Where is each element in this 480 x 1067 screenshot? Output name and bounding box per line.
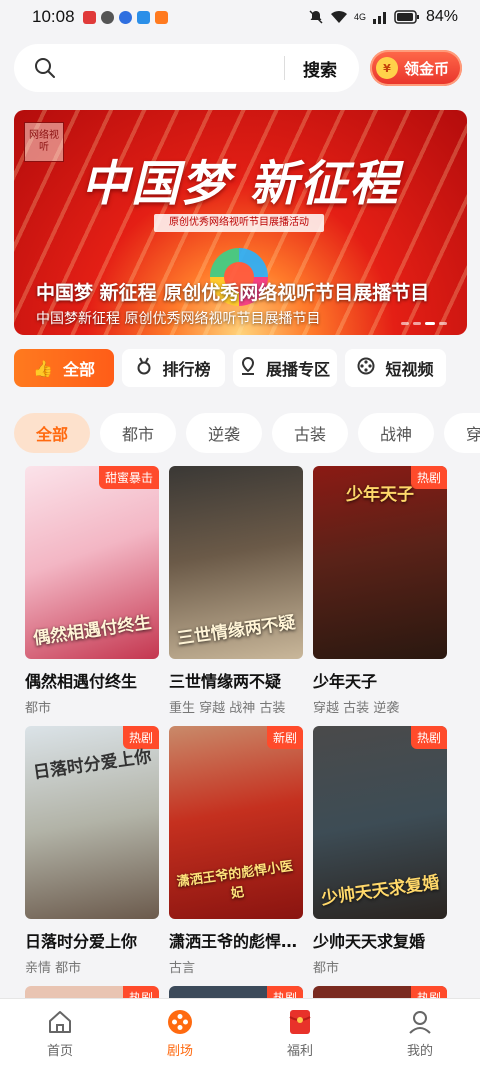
battery-icon <box>394 10 419 24</box>
location-pin-icon <box>240 356 256 379</box>
tab-short-video[interactable]: 短视频 <box>345 349 446 387</box>
notification-icons <box>82 10 168 24</box>
medal-icon <box>136 357 152 379</box>
poster-title-art: 潇洒王爷的彪悍小医妃 <box>175 859 294 902</box>
profile-icon <box>406 1008 434 1036</box>
film-reel-icon <box>166 1008 194 1036</box>
claim-coins-label: 领金币 <box>404 59 450 78</box>
poster-title-art: 三世情缘两不疑 <box>176 612 297 650</box>
banner-dot <box>439 322 447 325</box>
coin-icon: ¥ <box>376 57 398 79</box>
drama-poster[interactable]: 甜蜜暴击 偶然相遇付终生 <box>25 466 159 659</box>
drama-card[interactable]: 新剧 潇洒王爷的彪悍小医妃 潇洒王爷的彪悍小医妃 古言 <box>169 726 303 976</box>
drama-title[interactable]: 日落时分爱上你 <box>25 928 159 952</box>
drama-tags: 重生 穿越 战神 古装 <box>169 701 286 716</box>
tab-ranking[interactable]: 排行榜 <box>122 349 225 387</box>
tab-label: 展播专区 <box>265 360 330 379</box>
genre-chip-costume[interactable]: 古装 <box>272 413 348 453</box>
poster-title-art: 少年天子 <box>346 485 414 505</box>
drama-card[interactable]: 热剧 少帅天天求复婚 少帅天天求复婚 都市 <box>313 726 447 976</box>
play-icon <box>154 10 168 24</box>
drama-tags: 穿越 古装 逆袭 <box>313 701 400 716</box>
thumbs-up-icon: 👍 <box>33 358 53 378</box>
drama-title[interactable]: 潇洒王爷的彪悍小医妃 <box>169 928 303 952</box>
drama-badge: 热剧 <box>410 726 447 749</box>
drama-tags: 都市 <box>313 961 340 976</box>
home-icon <box>46 1008 74 1036</box>
drama-poster[interactable]: 三世情缘两不疑 <box>169 466 303 659</box>
genre-chip-war-god[interactable]: 战神 <box>358 413 434 453</box>
nav-label: 我的 <box>406 1043 433 1059</box>
drama-poster[interactable]: 热剧 少帅天天求复婚 <box>313 726 447 919</box>
network-type: 4G <box>353 12 366 22</box>
drama-card[interactable]: 热剧 少年天子 少年天子 穿越 古装 逆袭 <box>313 466 447 716</box>
poster-title-art: 少帅天天求复婚 <box>320 872 441 910</box>
search-bar[interactable]: 搜索 <box>14 44 359 92</box>
genre-filter: 全部 都市 逆袭 古装 战神 穿越 <box>14 413 480 453</box>
app-notification-icon <box>82 10 96 24</box>
banner-pagination <box>401 322 447 325</box>
genre-chip-urban[interactable]: 都市 <box>100 413 176 453</box>
drama-badge: 甜蜜暴击 <box>98 466 159 489</box>
banner-headline: 中国梦 新征程 <box>81 156 400 212</box>
claim-coins-button[interactable]: ¥ 领金币 <box>370 50 462 86</box>
nav-label: 福利 <box>286 1043 313 1059</box>
drama-title[interactable]: 少帅天天求复婚 <box>313 928 447 952</box>
drama-title[interactable]: 少年天子 <box>313 668 447 692</box>
nav-rewards[interactable]: 福利 <box>240 999 360 1067</box>
banner-dot-active <box>425 322 435 325</box>
poster-title-art: 偶然相遇付终生 <box>32 612 153 650</box>
tab-label: 全部 <box>62 360 95 379</box>
drama-tags: 古言 <box>169 961 196 976</box>
banner-caption-title: 中国梦 新征程 原创优秀网络视听节目展播节目 <box>36 282 430 304</box>
genre-chip-comeback[interactable]: 逆袭 <box>186 413 262 453</box>
banner-dot <box>413 322 421 325</box>
drama-title[interactable]: 三世情缘两不疑 <box>169 668 303 692</box>
drama-poster[interactable]: 新剧 潇洒王爷的彪悍小医妃 <box>169 726 303 919</box>
bottom-nav: 首页 剧场 福利 我的 <box>0 998 480 1067</box>
poster-title-art: 日落时分爱上你 <box>32 746 153 784</box>
drama-poster[interactable]: 热剧 日落时分爱上你 <box>25 726 159 919</box>
film-reel-icon <box>357 357 375 379</box>
nav-profile[interactable]: 我的 <box>360 999 480 1067</box>
search-icon <box>35 58 55 78</box>
tab-label: 排行榜 <box>162 360 211 379</box>
mute-bell-icon <box>309 10 323 24</box>
nav-label: 首页 <box>46 1043 73 1059</box>
drama-tags: 亲情 都市 <box>25 961 82 976</box>
promo-banner[interactable]: 网络视听 中国梦 新征程 原创优秀网络视听节目展播活动 中国梦 新征程 原创优秀… <box>14 110 467 335</box>
tab-label: 短视频 <box>385 360 434 379</box>
banner-caption-subtitle: 中国梦新征程 原创优秀网络视听节目展播节目 <box>36 311 321 327</box>
nav-home[interactable]: 首页 <box>0 999 120 1067</box>
tab-all[interactable]: 👍 全部 <box>14 349 114 387</box>
shield-icon <box>100 10 114 24</box>
app-notification-icon <box>136 10 150 24</box>
search-divider <box>284 56 285 80</box>
genre-chip-all[interactable]: 全部 <box>14 413 90 453</box>
wifi-icon <box>330 10 347 23</box>
drama-card[interactable]: 热剧 日落时分爱上你 日落时分爱上你 亲情 都市 <box>25 726 159 976</box>
drama-title[interactable]: 偶然相遇付终生 <box>25 668 159 692</box>
nav-label: 剧场 <box>166 1043 193 1059</box>
banner-ribbon: 原创优秀网络视听节目展播活动 <box>154 214 324 232</box>
tab-showcase[interactable]: 展播专区 <box>233 349 337 387</box>
drama-poster[interactable]: 热剧 少年天子 <box>313 466 447 659</box>
genre-chip-time-travel[interactable]: 穿越 <box>444 413 480 453</box>
red-envelope-icon <box>286 1008 314 1036</box>
category-tabs: 👍 全部 排行榜 展播专区 短视频 <box>14 349 466 387</box>
drama-badge: 新剧 <box>266 726 303 749</box>
status-right: 4G 84% <box>308 8 458 26</box>
status-time: 10:08 <box>32 7 75 26</box>
battery-percent: 84% <box>425 8 458 25</box>
search-button[interactable]: 搜索 <box>303 56 337 81</box>
banner-dot <box>401 322 409 325</box>
drama-card[interactable]: 甜蜜暴击 偶然相遇付终生 偶然相遇付终生 都市 <box>25 466 159 716</box>
drama-tags: 都市 <box>25 701 52 716</box>
app-notification-icon <box>118 10 132 24</box>
drama-card[interactable]: 三世情缘两不疑 三世情缘两不疑 重生 穿越 战神 古装 <box>169 466 303 716</box>
nav-theater[interactable]: 剧场 <box>120 999 240 1067</box>
signal-icon <box>372 12 386 24</box>
status-bar: 10:08 4G 84% <box>0 0 480 34</box>
